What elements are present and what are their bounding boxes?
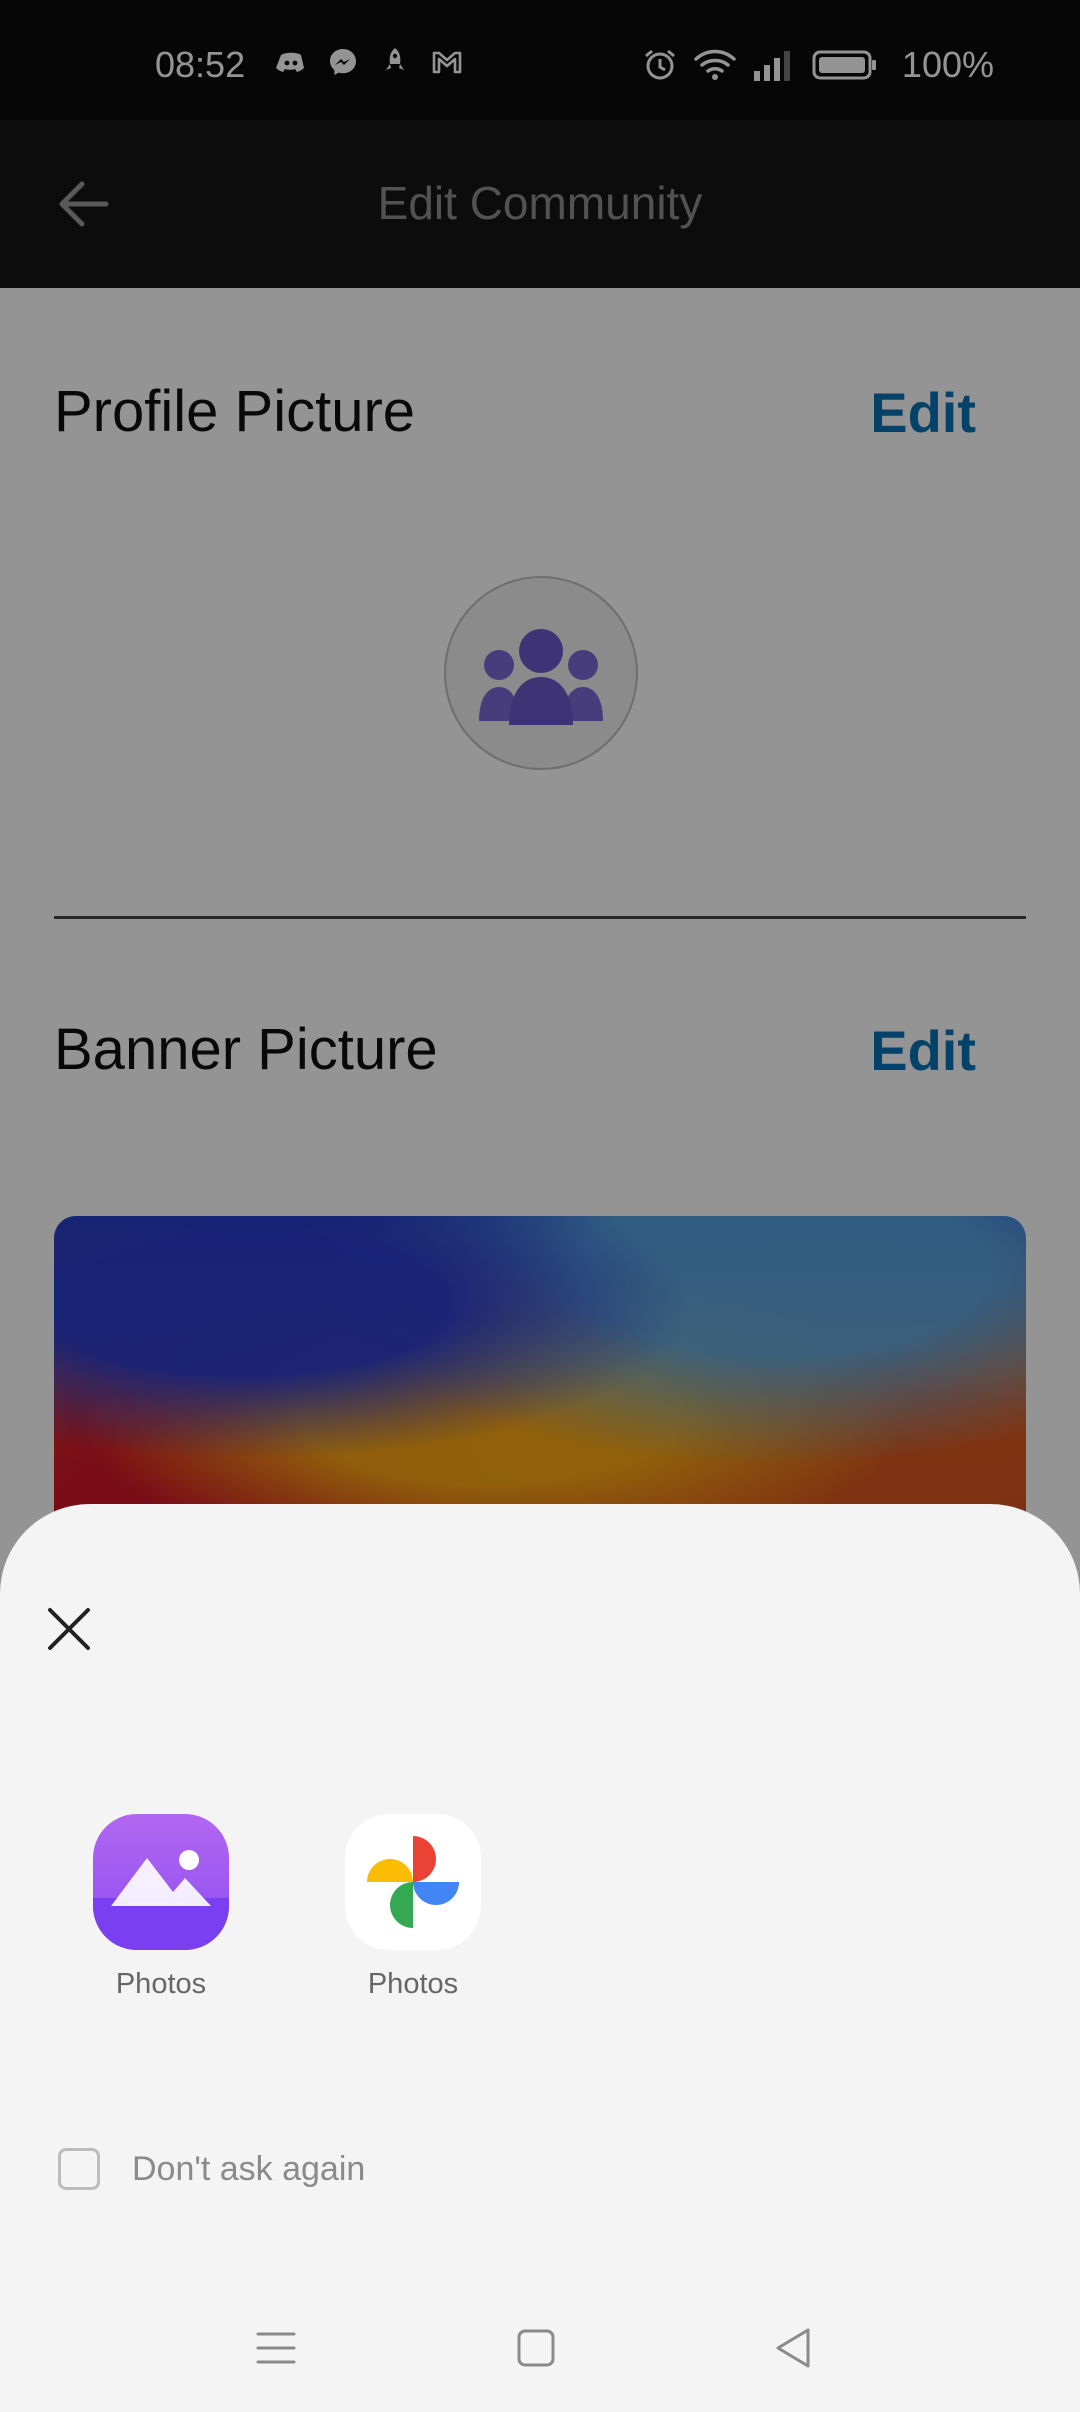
home-square-icon — [517, 2329, 555, 2367]
recents-button[interactable] — [246, 2318, 306, 2378]
battery-percent: 100% — [901, 44, 994, 85]
profile-picture-title: Profile Picture — [54, 379, 416, 444]
app-option-google-photos[interactable]: Photos — [338, 1814, 488, 2001]
app-option-gallery-photos[interactable]: Photos — [86, 1814, 236, 2001]
gallery-photos-icon — [93, 1814, 229, 1950]
dont-ask-again-checkbox[interactable] — [58, 2148, 100, 2190]
battery-icon — [812, 50, 876, 80]
alarm-icon — [644, 49, 675, 80]
edit-profile-picture-button[interactable]: Edit — [870, 380, 976, 445]
gmail-icon — [431, 46, 463, 78]
page-title: Edit Community — [377, 177, 703, 229]
home-button[interactable] — [506, 2318, 566, 2378]
app-bar: Edit Community — [0, 120, 1080, 288]
close-button[interactable] — [40, 1600, 98, 1658]
community-avatar[interactable] — [444, 576, 638, 770]
section-divider — [54, 916, 1026, 919]
nav-back-button[interactable] — [764, 2318, 824, 2378]
signal-icon — [753, 51, 790, 81]
notification-icons — [275, 46, 463, 78]
app-label-gallery-photos: Photos — [115, 1968, 207, 2000]
app-chooser-sheet: Photos Photos Don't ask again — [0, 1504, 1080, 2412]
banner-picture-title: Banner Picture — [54, 1017, 438, 1082]
system-nav-bar — [0, 2282, 1080, 2412]
edit-banner-picture-button[interactable]: Edit — [870, 1018, 976, 1083]
messenger-icon — [327, 46, 359, 78]
status-bar: 08:52 100% — [0, 0, 1080, 120]
wifi-icon — [694, 49, 736, 80]
group-icon — [479, 629, 603, 725]
rocket-icon — [379, 46, 411, 78]
dont-ask-again-row[interactable]: Don't ask again — [58, 2148, 365, 2190]
app-label-google-photos: Photos — [367, 1968, 459, 2000]
menu-icon — [256, 2332, 296, 2364]
dont-ask-again-label: Don't ask again — [132, 2149, 366, 2188]
status-time: 08:52 — [155, 44, 246, 85]
back-triangle-icon — [776, 2328, 810, 2368]
status-right: 100% — [642, 44, 994, 86]
google-photos-icon — [345, 1814, 481, 1950]
discord-icon — [275, 46, 307, 78]
close-icon — [48, 1608, 90, 1650]
